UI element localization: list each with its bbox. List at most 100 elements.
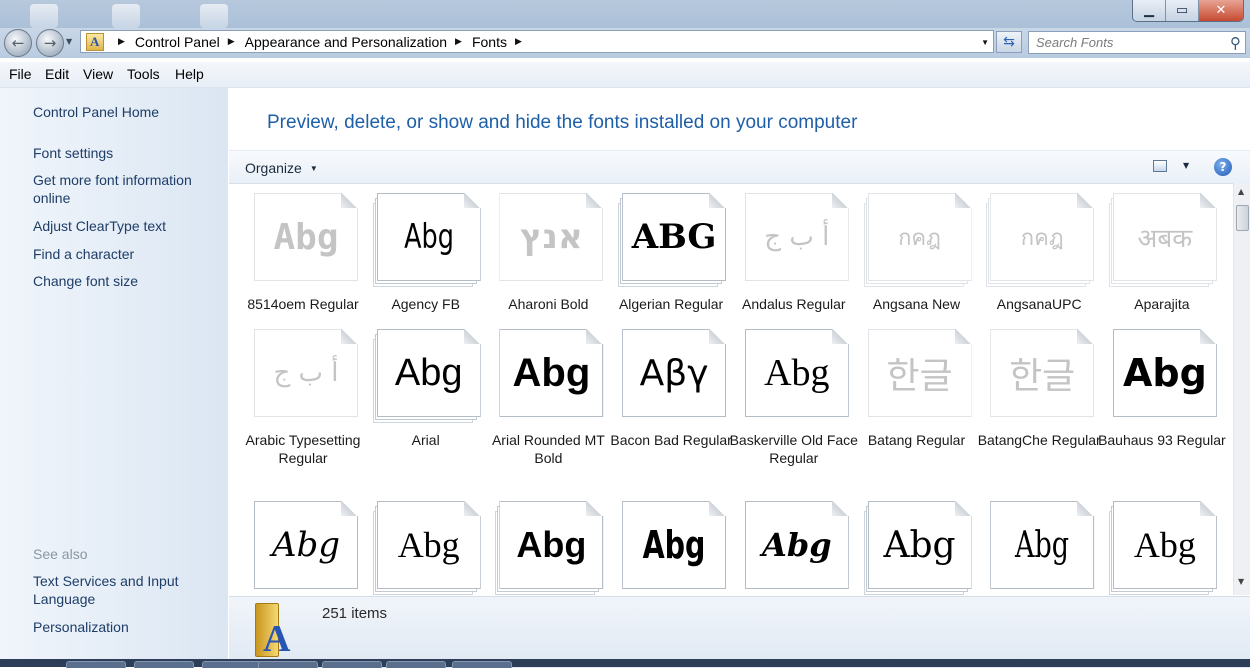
font-letter-a-icon: A (263, 618, 291, 660)
adjust-cleartype-link[interactable]: Adjust ClearType text (33, 217, 213, 235)
font-preview-icon: กคฎ (863, 193, 972, 287)
menu-edit[interactable]: Edit (45, 66, 69, 82)
font-item[interactable]: 한글 Batang Regular (846, 319, 972, 479)
font-name-label: Agency FB (391, 296, 460, 312)
font-preview-icon: Abg (495, 329, 604, 423)
font-grid: Abg 8514oem Regular Abg Agency FB אנץ Aharoni… (229, 183, 1233, 595)
details-pane: A 251 items (229, 596, 1250, 668)
fonts-folder-icon: A (251, 603, 293, 660)
recent-pages-chevron-icon[interactable]: ▼ (66, 37, 72, 46)
font-item[interactable]: أ ب ج Arabic Typesetting Regular (232, 319, 360, 479)
font-sample-text: أ ب ج (273, 358, 339, 388)
font-preview-icon: Abg (372, 193, 481, 287)
font-preview-icon: Abg (741, 501, 849, 595)
menu-tools[interactable]: Tools (127, 66, 160, 82)
font-preview-icon: กคฎ (986, 193, 1095, 287)
font-preview-icon: أ ب ج (250, 329, 358, 423)
font-sample-text: अबक (1137, 224, 1193, 254)
address-dropdown-chevron-icon[interactable]: ▼ (981, 38, 989, 47)
text-services-link[interactable]: Text Services and Input Language (33, 572, 213, 608)
change-font-size-link[interactable]: Change font size (33, 272, 213, 290)
breadcrumb-separator-icon[interactable]: ▶ (118, 36, 125, 47)
font-name-label: Baskerville Old Face Regular (729, 432, 858, 466)
font-name-label: AngsanaUPC (996, 296, 1082, 312)
font-name-label: Aharoni Bold (508, 296, 589, 312)
search-icon[interactable]: ⚲ (1230, 34, 1241, 52)
window-titlebar[interactable]: ▁ ▭ ✕ (0, 0, 1250, 30)
font-name-label: BatangChe Regular (977, 432, 1101, 448)
organize-button[interactable]: Organize ▼ (245, 160, 318, 176)
font-sample-text: 한글 (1009, 356, 1076, 397)
font-item[interactable]: Αβγ Bacon Bad Regular (600, 319, 732, 479)
search-box[interactable]: ⚲ (1028, 31, 1246, 54)
breadcrumb-fonts[interactable]: Fonts (472, 34, 507, 50)
get-more-font-info-link[interactable]: Get more font information online (33, 171, 213, 207)
font-sample-text: Abg (403, 217, 454, 257)
font-item[interactable]: Abg Arial (355, 319, 481, 479)
minimize-button[interactable]: ▁ (1133, 0, 1165, 21)
font-sample-text: Abg (516, 524, 587, 565)
refresh-button[interactable]: ⇆ (996, 31, 1022, 53)
font-name-label: Angsana New (872, 296, 961, 312)
breadcrumb-separator-icon[interactable]: ▶ (515, 36, 522, 47)
font-item[interactable]: Abg (232, 491, 358, 595)
font-item[interactable]: Abg (846, 491, 972, 595)
menu-help[interactable]: Help (175, 66, 204, 82)
navigation-bar: ← → ▼ ▶ Control Panel ▶ Appearance and P… (0, 28, 1250, 58)
forward-button[interactable]: → (36, 29, 64, 57)
address-bar[interactable]: ▶ Control Panel ▶ Appearance and Persona… (80, 30, 994, 53)
breadcrumb-separator-icon[interactable]: ▶ (455, 36, 462, 47)
scrollbar-thumb[interactable] (1236, 205, 1249, 231)
find-character-link[interactable]: Find a character (33, 245, 213, 263)
font-preview-icon: Abg (863, 501, 972, 595)
maximize-button[interactable]: ▭ (1165, 0, 1198, 21)
see-also-heading: See also (33, 546, 88, 562)
personalization-link[interactable]: Personalization (33, 618, 213, 636)
font-item[interactable]: Abg (1091, 491, 1217, 595)
font-preview-icon: Abg (250, 193, 358, 287)
font-settings-link[interactable]: Font settings (33, 144, 213, 162)
font-item[interactable]: Abg (968, 491, 1095, 595)
font-sample-text: Abg (1015, 524, 1070, 566)
view-options-chevron-icon[interactable]: ▼ (1183, 161, 1189, 170)
desktop-icon-ghost (200, 4, 228, 28)
font-name-label: 8514oem Regular (247, 296, 359, 312)
font-preview-icon: Abg (986, 501, 1095, 595)
font-name-label: Arabic Typesetting Regular (245, 432, 361, 466)
scroll-up-arrow-icon[interactable]: ▲ (1238, 187, 1244, 196)
font-sample-text: Αβγ (639, 352, 709, 394)
window-controls: ▁ ▭ ✕ (1132, 0, 1244, 22)
font-item[interactable]: Abg (723, 491, 849, 595)
font-item[interactable]: 한글 BatangChe Regular (968, 319, 1101, 479)
font-name-label: Aparajita (1134, 296, 1190, 312)
breadcrumb-control-panel[interactable]: Control Panel (135, 34, 220, 50)
control-panel-home-link[interactable]: Control Panel Home (33, 103, 213, 121)
back-button[interactable]: ← (4, 29, 32, 57)
font-preview-icon: Abg (372, 501, 481, 595)
font-item[interactable]: Abg Arial Rounded MT Bold (477, 319, 605, 479)
font-sample-text: أ ب ج (764, 222, 830, 252)
font-item[interactable]: Abg (477, 491, 604, 595)
change-view-button[interactable] (1153, 160, 1167, 172)
vertical-scrollbar[interactable]: ▲ ▼ (1233, 183, 1250, 595)
menu-view[interactable]: View (83, 66, 113, 82)
font-item[interactable]: Abg (355, 491, 481, 595)
font-preview-icon: Abg (250, 501, 358, 595)
back-arrow-icon: ← (11, 34, 25, 52)
command-bar: Organize ▼ ▼ ? (229, 150, 1250, 184)
font-item[interactable]: Abg Baskerville Old Face Regular (723, 319, 858, 479)
fonts-folder-icon (86, 32, 104, 51)
breadcrumb-separator-icon[interactable]: ▶ (228, 36, 235, 47)
close-button[interactable]: ✕ (1198, 0, 1243, 21)
font-sample-text: אנץ (520, 217, 583, 257)
scroll-down-arrow-icon[interactable]: ▼ (1238, 577, 1244, 586)
menu-file[interactable]: File (9, 66, 32, 82)
font-item[interactable]: Abg Bauhaus 93 Regular (1091, 319, 1226, 479)
font-item[interactable]: Abg (600, 491, 727, 595)
search-input[interactable] (1029, 32, 1226, 53)
font-name-label: Andalus Regular (742, 296, 846, 312)
font-preview-icon: ABG (618, 193, 727, 287)
chevron-down-icon: ▼ (309, 164, 318, 173)
help-button[interactable]: ? (1214, 158, 1232, 176)
breadcrumb-appearance[interactable]: Appearance and Personalization (245, 34, 447, 50)
